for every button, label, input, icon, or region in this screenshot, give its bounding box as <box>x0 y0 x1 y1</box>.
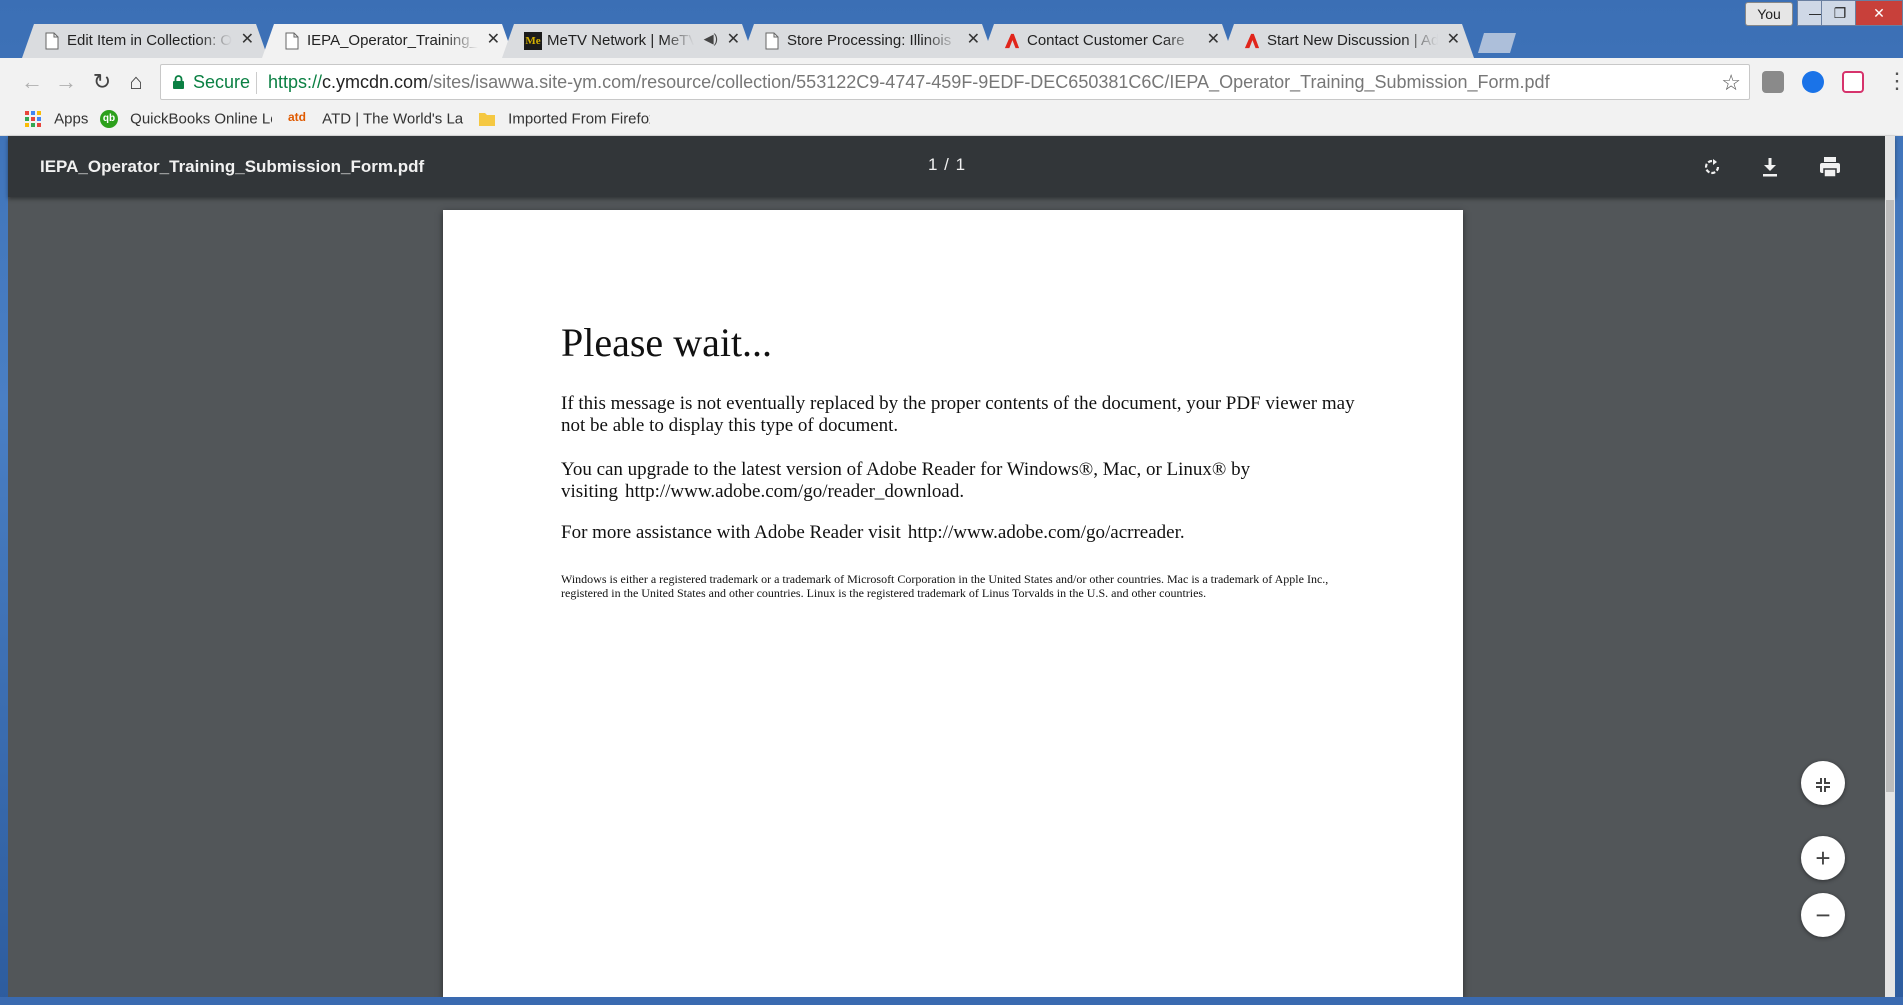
atd-icon: atd <box>288 110 306 125</box>
doc-paragraph: For more assistance with Adobe Reader vi… <box>561 522 1361 544</box>
tab-close-icon[interactable]: ✕ <box>487 31 500 49</box>
bookmark-label: Imported From Firefox <box>508 110 650 128</box>
tab-close-icon[interactable]: ✕ <box>241 31 254 49</box>
profile-button[interactable]: You <box>1745 2 1793 26</box>
speaker-icon[interactable]: ◀) <box>704 31 718 47</box>
url-text[interactable]: https://c.ymcdn.com/sites/isawwa.site-ym… <box>268 72 1550 93</box>
page-indicator[interactable]: 1 / 1 <box>928 155 966 175</box>
bookmark-apps[interactable]: Apps <box>24 110 94 132</box>
print-icon[interactable] <box>1816 153 1844 181</box>
rotate-icon[interactable] <box>1698 153 1726 181</box>
bookmark-quickbooks[interactable]: qb QuickBooks Online Login <box>100 110 272 132</box>
extension-icon[interactable] <box>1762 71 1784 93</box>
zoom-in-button[interactable]: + <box>1801 836 1845 880</box>
tab-title: Start New Discussion | Adobe <box>1267 32 1438 49</box>
tab-close-icon[interactable]: ✕ <box>967 31 980 49</box>
tab-close-icon[interactable]: ✕ <box>1207 31 1220 49</box>
tab-store-processing[interactable]: Store Processing: Illinois ✕ <box>742 24 994 58</box>
folder-icon <box>479 113 495 127</box>
new-tab-button[interactable] <box>1478 33 1516 53</box>
trademark-notice: Windows is either a registered trademark… <box>561 572 1329 600</box>
adobe-icon <box>1004 33 1020 49</box>
pdf-viewer: IEPA_Operator_Training_Submission_Form.p… <box>8 136 1895 997</box>
tab-title: Store Processing: Illinois <box>787 32 952 49</box>
browser-toolbar: ← → ↻ ⌂ Secure https://c.ymcdn.com/sites… <box>0 58 1903 106</box>
pdf-page: Please wait... If this message is not ev… <box>443 210 1463 997</box>
metv-icon: Me <box>524 32 542 50</box>
extension-icon[interactable] <box>1842 71 1864 93</box>
doc-paragraph: You can upgrade to the latest version of… <box>561 459 1341 503</box>
tab-start-new-discussion[interactable]: Start New Discussion | Adobe ✕ <box>1222 24 1474 58</box>
quickbooks-icon: qb <box>100 110 118 129</box>
page-icon <box>765 32 779 50</box>
download-icon[interactable] <box>1756 153 1784 181</box>
home-icon[interactable]: ⌂ <box>122 68 150 96</box>
doc-text: For more assistance with Adobe Reader vi… <box>561 522 901 543</box>
apps-grid-icon <box>25 111 41 128</box>
tab-close-icon[interactable]: ✕ <box>1447 31 1460 49</box>
reload-icon[interactable]: ↻ <box>88 68 116 96</box>
secure-label: Secure <box>193 72 251 92</box>
url-host: c.ymcdn.com <box>322 72 429 92</box>
back-arrow-icon[interactable]: ← <box>18 68 46 96</box>
bookmark-label: ATD | The World's Largest <box>322 110 464 128</box>
forward-arrow-icon[interactable]: → <box>52 68 80 96</box>
bookmark-folder-firefox[interactable]: Imported From Firefox <box>478 110 650 132</box>
tab-title: IEPA_Operator_Training_Submission_Form.p… <box>307 32 478 49</box>
tab-metv[interactable]: Me MeTV Network | MeTV ◀) ✕ <box>502 24 754 58</box>
zoom-out-button[interactable]: − <box>1801 893 1845 937</box>
url-path: /sites/isawwa.site-ym.com/resource/colle… <box>428 72 1550 92</box>
acrreader-link[interactable]: http://www.adobe.com/go/acrreader. <box>908 522 1185 543</box>
scrollbar-thumb[interactable] <box>1886 200 1894 792</box>
address-bar[interactable]: Secure https://c.ymcdn.com/sites/isawwa.… <box>160 64 1750 100</box>
page-heading: Please wait... <box>561 320 773 365</box>
tab-contact-customer-care[interactable]: Contact Customer Care ✕ <box>982 24 1234 58</box>
extension-icon[interactable] <box>1802 71 1824 93</box>
tab-iepa-pdf[interactable]: IEPA_Operator_Training_Submission_Form.p… <box>262 24 514 58</box>
vertical-scrollbar[interactable] <box>1885 136 1895 997</box>
reader-download-link[interactable]: http://www.adobe.com/go/reader_download. <box>625 481 964 502</box>
fit-to-page-icon <box>1816 778 1830 793</box>
page-icon <box>285 32 299 50</box>
bookmark-star-icon[interactable]: ☆ <box>1721 70 1741 96</box>
pdf-toolbar: IEPA_Operator_Training_Submission_Form.p… <box>8 136 1895 197</box>
lock-icon <box>173 75 184 89</box>
tab-title: Edit Item in Collection: Operator Traini… <box>67 32 232 49</box>
bookmark-atd[interactable]: atd ATD | The World's Largest <box>288 110 464 132</box>
tab-strip: Edit Item in Collection: Operator Traini… <box>0 0 1903 58</box>
adobe-icon <box>1244 33 1260 49</box>
close-window-icon[interactable]: ✕ <box>1855 0 1903 26</box>
window-bottom-border <box>0 997 1903 1005</box>
tab-edit-item[interactable]: Edit Item in Collection: Operator Traini… <box>22 24 268 58</box>
tab-title: Contact Customer Care <box>1027 32 1185 49</box>
url-scheme: https:// <box>268 72 323 92</box>
page-icon <box>45 32 59 50</box>
tab-close-icon[interactable]: ✕ <box>727 31 740 49</box>
bookmark-label: Apps <box>54 110 89 128</box>
menu-icon[interactable]: ⋮ <box>1886 70 1903 92</box>
doc-paragraph: If this message is not eventually replac… <box>561 393 1355 436</box>
tab-title: MeTV Network | MeTV <box>547 32 694 49</box>
fit-page-button[interactable] <box>1801 761 1845 805</box>
bookmark-label: QuickBooks Online Login <box>130 110 272 128</box>
maximize-icon[interactable]: ❐ <box>1821 0 1859 26</box>
pdf-file-name: IEPA_Operator_Training_Submission_Form.p… <box>40 157 425 176</box>
divider <box>256 72 257 94</box>
bookmarks-bar: Apps qb QuickBooks Online Login atd ATD … <box>0 106 1903 136</box>
